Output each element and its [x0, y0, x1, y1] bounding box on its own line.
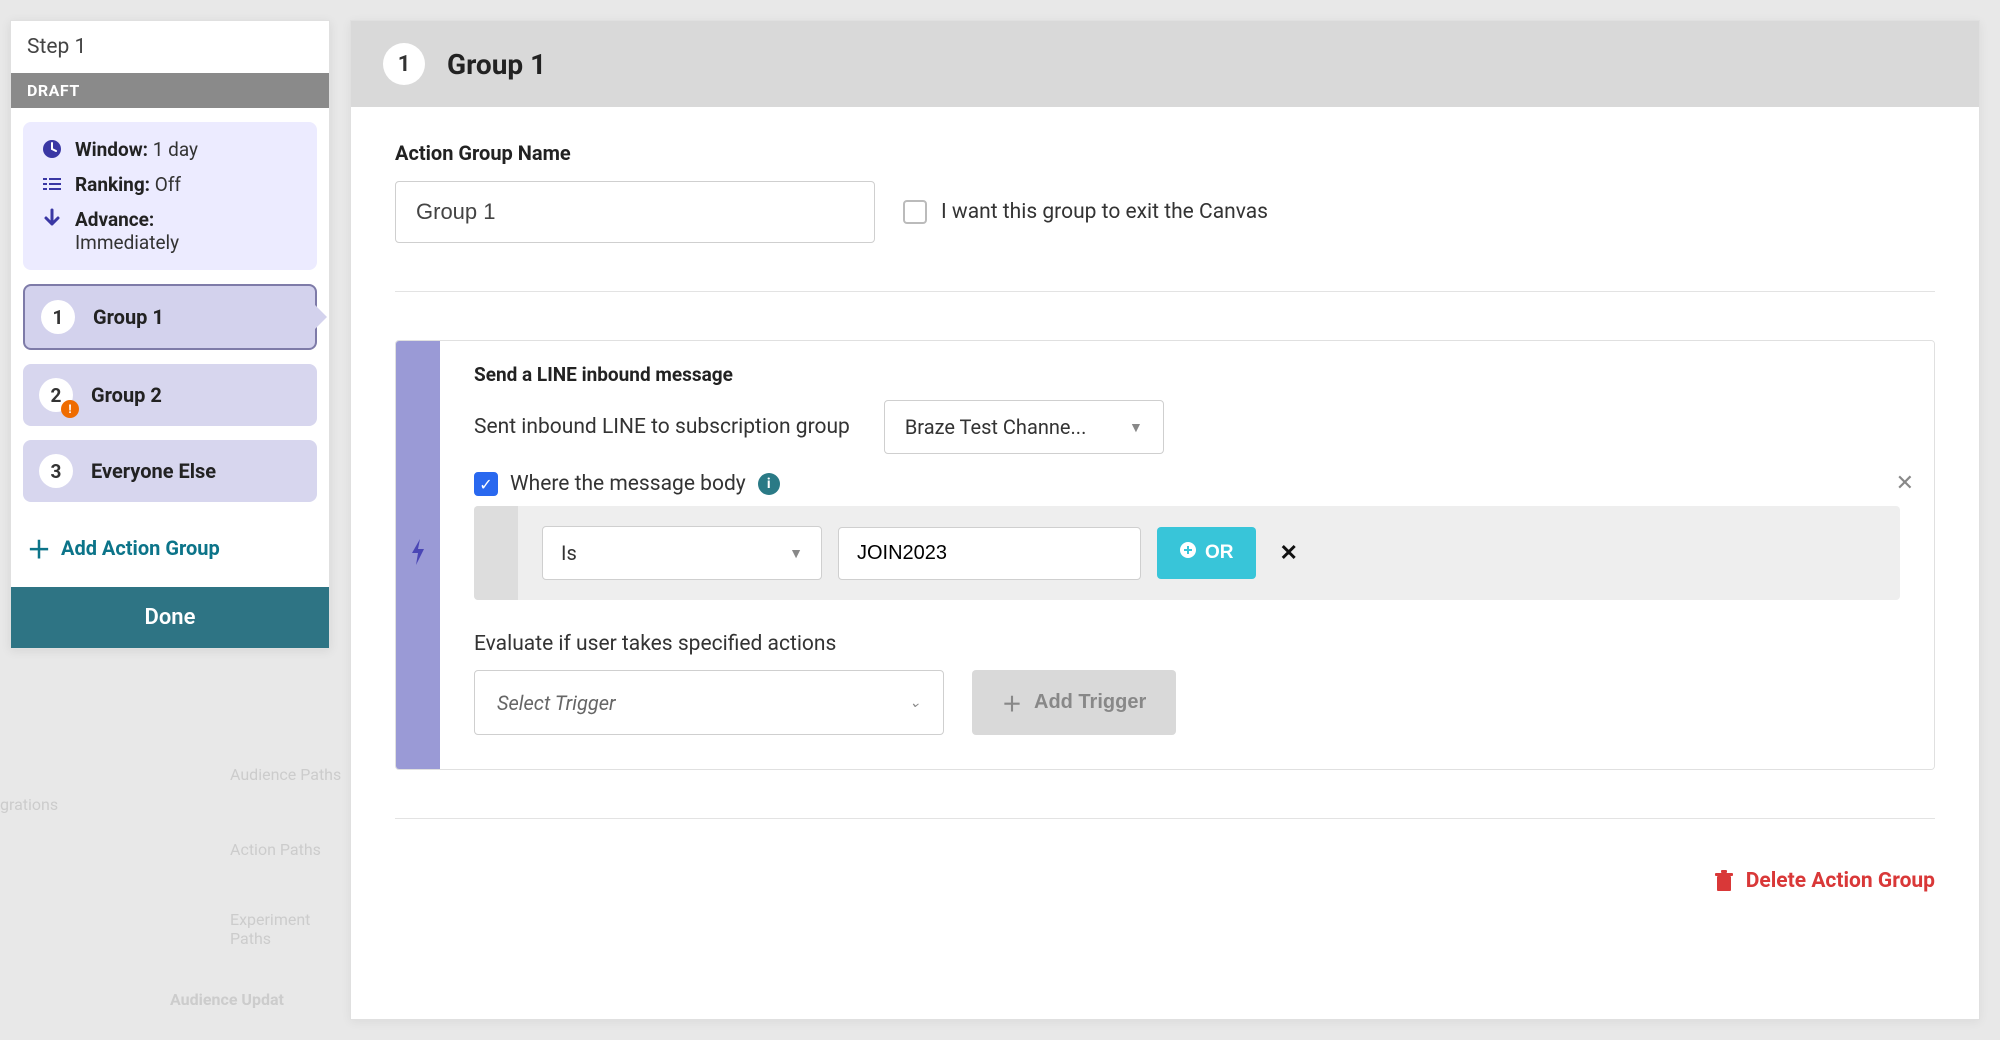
add-trigger-button[interactable]: ＋ Add Trigger	[972, 670, 1176, 735]
condition-value-input[interactable]	[838, 527, 1141, 580]
drag-handle[interactable]	[474, 506, 518, 600]
where-body-checkbox[interactable]: ✓	[474, 472, 498, 496]
trigger-title: Send a LINE inbound message	[474, 363, 1900, 386]
ghost-experiment-paths: Experiment Paths	[230, 910, 340, 948]
action-group-name-input[interactable]	[395, 181, 875, 243]
window-value: 1 day	[153, 138, 198, 161]
group-label: Everyone Else	[91, 459, 216, 483]
delete-action-group-label: Delete Action Group	[1746, 869, 1935, 893]
ghost-audience-update: Audience Updat	[170, 990, 284, 1009]
where-body-row[interactable]: ✓ Where the message body i	[474, 472, 1900, 496]
ranking-value: Off	[155, 173, 181, 196]
trash-icon	[1714, 870, 1734, 892]
ranking-icon	[41, 173, 63, 195]
alert-icon: !	[61, 400, 79, 418]
group-label: Group 1	[93, 305, 164, 329]
action-group-name-label: Action Group Name	[395, 141, 1935, 165]
evaluate-label: Evaluate if user takes specified actions	[474, 632, 1900, 656]
sidebar: Step 1 DRAFT Window: 1 day Ranking: Off …	[10, 20, 330, 649]
trigger-bar	[396, 341, 440, 769]
add-action-group-label: Add Action Group	[61, 536, 220, 560]
evaluate-row: Select Trigger ⌄ ＋ Add Trigger	[474, 670, 1900, 735]
step-label: Step 1	[11, 21, 329, 73]
channel-select[interactable]: Braze Test Channe... ▼	[884, 400, 1164, 454]
plus-circle-icon	[1179, 541, 1197, 565]
condition-panel: Is ▼ OR ✕	[474, 506, 1900, 600]
group-list: 1 Group 1 2 ! Group 2 3 Everyone Else	[23, 284, 317, 502]
where-body-label: Where the message body	[510, 472, 746, 496]
condition-inner: Is ▼ OR ✕	[518, 506, 1900, 600]
caret-down-icon: ▼	[1129, 419, 1143, 436]
summary-advance: Advance: Immediately	[41, 208, 299, 254]
divider	[395, 291, 1935, 292]
caret-down-icon: ▼	[789, 545, 803, 562]
delete-action-group-button[interactable]: Delete Action Group	[395, 869, 1935, 893]
group-badge: 2 !	[39, 378, 73, 412]
header-number: 1	[383, 43, 425, 85]
group-num: 2	[51, 384, 62, 407]
evaluate-section: Evaluate if user takes specified actions…	[474, 632, 1900, 735]
group-label: Group 2	[91, 383, 162, 407]
advance-label: Advance:	[75, 208, 179, 231]
info-icon[interactable]: i	[758, 473, 780, 495]
summary-box: Window: 1 day Ranking: Off Advance: Imme…	[23, 122, 317, 270]
trigger-body: Send a LINE inbound message Sent inbound…	[440, 341, 1934, 769]
or-label: OR	[1205, 542, 1234, 564]
clock-icon	[41, 138, 63, 160]
condition-operator-value: Is	[561, 541, 577, 565]
header-title: Group 1	[447, 48, 546, 81]
draft-badge: DRAFT	[11, 73, 329, 108]
summary-window: Window: 1 day	[41, 138, 299, 161]
window-label: Window:	[75, 138, 148, 161]
ranking-label: Ranking:	[75, 173, 150, 196]
summary-ranking: Ranking: Off	[41, 173, 299, 196]
group-badge: 3	[39, 454, 73, 488]
ghost-grations: grations	[0, 795, 58, 814]
trigger-prefix: Sent inbound LINE to subscription group	[474, 415, 850, 439]
channel-select-value: Braze Test Channe...	[905, 415, 1087, 439]
bolt-icon	[408, 537, 428, 573]
exit-canvas-checkbox[interactable]	[903, 200, 927, 224]
done-button[interactable]: Done	[11, 587, 329, 648]
select-trigger-dropdown[interactable]: Select Trigger ⌄	[474, 670, 944, 735]
remove-trigger-icon[interactable]: ✕	[1896, 471, 1914, 496]
ghost-audience-paths: Audience Paths	[230, 765, 341, 784]
main-body: Action Group Name I want this group to e…	[351, 107, 1979, 1019]
add-trigger-label: Add Trigger	[1034, 691, 1146, 714]
main-header: 1 Group 1	[351, 21, 1979, 107]
advance-icon	[41, 208, 63, 230]
group-item-2[interactable]: 2 ! Group 2	[23, 364, 317, 426]
exit-canvas-row[interactable]: I want this group to exit the Canvas	[903, 200, 1268, 224]
group-badge: 1	[41, 300, 75, 334]
trigger-card: Send a LINE inbound message Sent inbound…	[395, 340, 1935, 770]
trigger-channel-row: Sent inbound LINE to subscription group …	[474, 400, 1900, 454]
select-trigger-placeholder: Select Trigger	[497, 691, 616, 715]
ghost-action-paths: Action Paths	[230, 840, 321, 859]
group-item-3[interactable]: 3 Everyone Else	[23, 440, 317, 502]
group-item-1[interactable]: 1 Group 1	[23, 284, 317, 350]
add-action-group-button[interactable]: ＋ Add Action Group	[11, 516, 329, 579]
plus-icon: ＋	[1002, 688, 1022, 717]
divider	[395, 818, 1935, 819]
remove-condition-icon[interactable]: ✕	[1272, 541, 1306, 566]
advance-value: Immediately	[75, 231, 179, 254]
main-panel: 1 Group 1 Action Group Name I want this …	[350, 20, 1980, 1020]
condition-operator-select[interactable]: Is ▼	[542, 526, 822, 580]
exit-canvas-label: I want this group to exit the Canvas	[941, 200, 1268, 224]
plus-icon: ＋	[27, 530, 51, 565]
chevron-down-icon: ⌄	[909, 695, 921, 711]
name-row: I want this group to exit the Canvas	[395, 181, 1935, 243]
or-button[interactable]: OR	[1157, 527, 1256, 579]
